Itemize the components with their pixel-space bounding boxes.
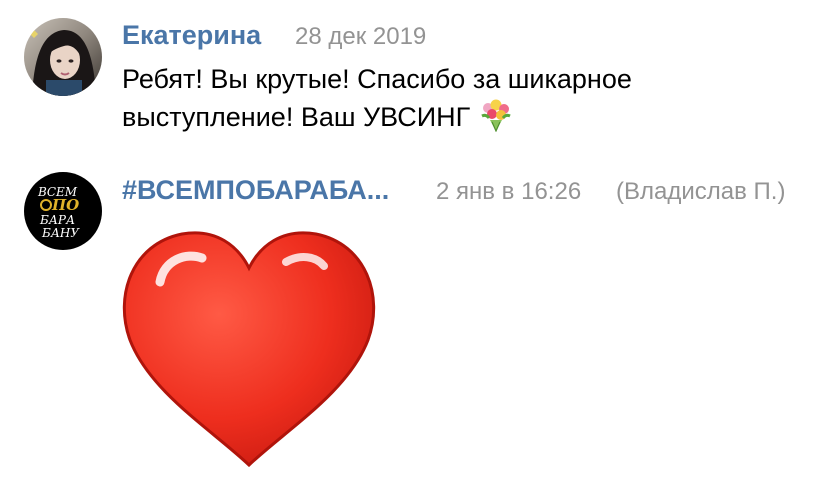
logo-line-2: ПО [51, 196, 79, 214]
user-photo [24, 18, 102, 96]
comment-signer: (Владислав П.) [616, 178, 786, 205]
red-heart-sticker[interactable] [120, 222, 378, 468]
author-name-link[interactable]: Екатерина [122, 20, 261, 51]
community-logo: ВСЕМ ПО БАРА БАНУ [24, 172, 102, 250]
comment-item: Екатерина 28 дек 2019 Ребят! Вы крутые! … [0, 0, 828, 150]
bouquet-emoji-icon [478, 98, 514, 133]
avatar[interactable] [24, 18, 102, 96]
comment-date[interactable]: 28 дек 2019 [295, 23, 426, 51]
logo-line-4: БАНУ [41, 226, 80, 240]
community-avatar[interactable]: ВСЕМ ПО БАРА БАНУ [24, 172, 102, 250]
logo-line-3: БАРА [39, 213, 75, 227]
comment-text: Ребят! Вы крутые! Спасибо за шикарное вы… [122, 60, 782, 136]
comment-text-body: Ребят! Вы крутые! Спасибо за шикарное вы… [122, 64, 632, 132]
comment-date[interactable]: 2 янв в 16:26 [436, 178, 581, 206]
community-name-link[interactable]: #ВСЕМПОБАРАБА... [122, 175, 389, 206]
